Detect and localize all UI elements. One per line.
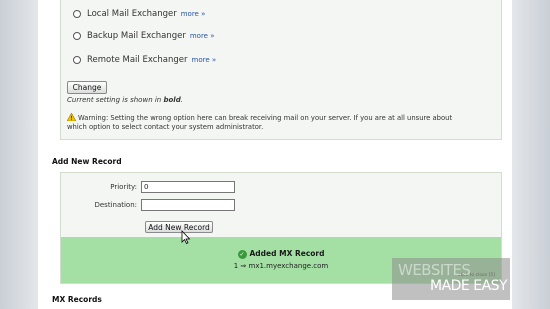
warning-line-1: Warning: Setting the wrong option here c… [78,114,453,122]
mx-records-title: MX Records [52,295,102,304]
option-backup[interactable]: Backup Mail Exchanger more » [73,29,215,43]
watermark-logo: WEBSITES MADE EASY [392,258,510,300]
warning-line-2: which option to select contact your syst… [67,123,264,131]
watermark-line-1: WEBSITES [398,261,471,279]
option-backup-label: Backup Mail Exchanger [87,31,186,41]
warning-message: Warning: Setting the wrong option here c… [67,113,487,132]
priority-input[interactable]: 0 [141,181,235,193]
checkmark-icon: ✓ [237,250,247,259]
add-record-title: Add New Record [52,157,122,166]
warning-icon [67,113,76,121]
destination-label: Destination: [94,201,137,209]
priority-label: Priority: [110,183,137,191]
option-local[interactable]: Local Mail Exchanger more » [73,7,205,21]
option-remote[interactable]: Remote Mail Exchanger more » [73,53,216,67]
more-link-backup[interactable]: more » [190,32,215,40]
left-backdrop [0,0,38,309]
radio-backup[interactable] [73,32,81,40]
radio-local[interactable] [73,10,81,18]
option-remote-label: Remote Mail Exchanger [87,55,188,65]
more-link-local[interactable]: more » [181,10,206,18]
mouse-cursor-icon [181,230,191,244]
watermark-line-2: MADE EASY [430,278,508,294]
change-button[interactable]: Change [67,81,107,94]
destination-input[interactable] [141,199,235,211]
mail-exchanger-panel: Local Mail Exchanger more » Backup Mail … [60,0,502,140]
current-setting-note: Current setting is shown in bold. [67,96,183,104]
right-backdrop [512,0,550,309]
option-local-label: Local Mail Exchanger [87,9,177,19]
radio-remote[interactable] [73,56,81,64]
add-new-record-button[interactable]: Add New Record [145,221,213,233]
more-link-remote[interactable]: more » [192,56,217,64]
